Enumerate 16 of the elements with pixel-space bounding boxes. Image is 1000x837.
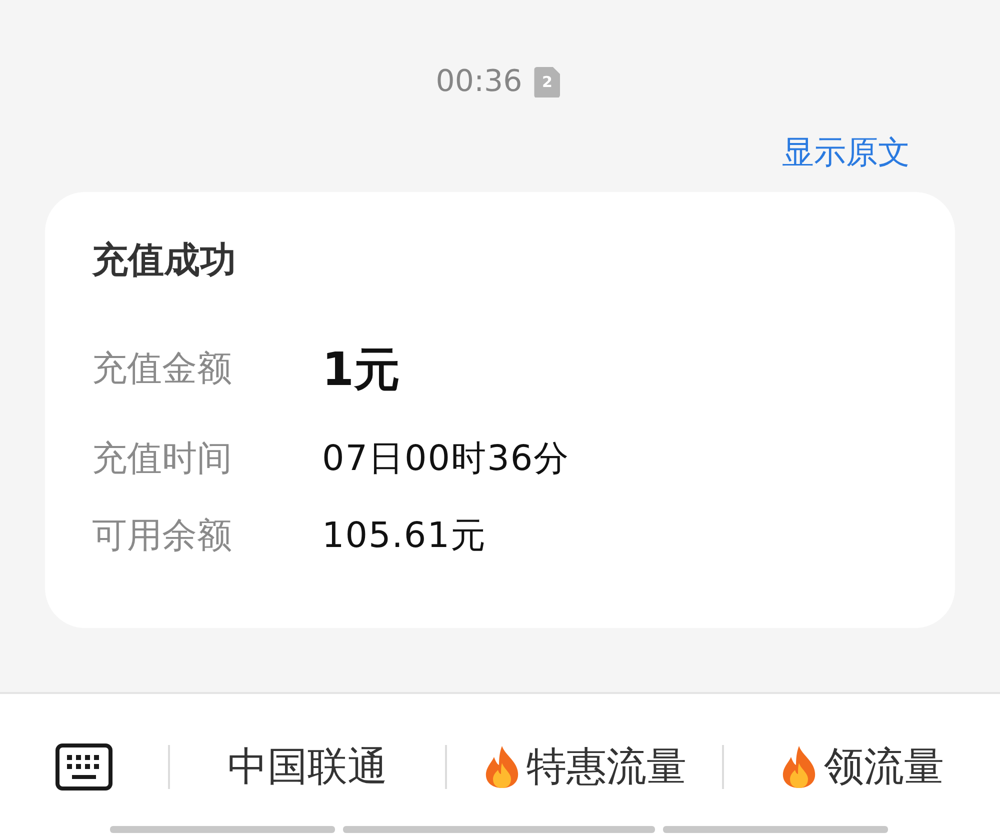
sim-card-badge: 2 (534, 66, 560, 98)
menu-button[interactable]: 特惠流量 (482, 742, 686, 792)
menu-button[interactable]: 领流量 (780, 742, 944, 792)
field-value: 07日00时36分 (322, 438, 570, 481)
show-original-link[interactable]: 显示原文 (782, 132, 910, 172)
field-value: 105.61元 (322, 515, 486, 558)
menu-button[interactable]: 中国联通 (228, 742, 388, 792)
fire-icon (780, 745, 818, 789)
keyboard-button[interactable] (55, 743, 113, 791)
field-label: 可用余额 (92, 515, 233, 558)
message-time: 00:36 (436, 64, 522, 100)
keyboard-icon (55, 743, 113, 791)
field-label: 充值金额 (92, 348, 233, 391)
field-label: 充值时间 (92, 438, 233, 481)
field-value: 1元 (322, 341, 400, 397)
card-title: 充值成功 (92, 239, 237, 283)
